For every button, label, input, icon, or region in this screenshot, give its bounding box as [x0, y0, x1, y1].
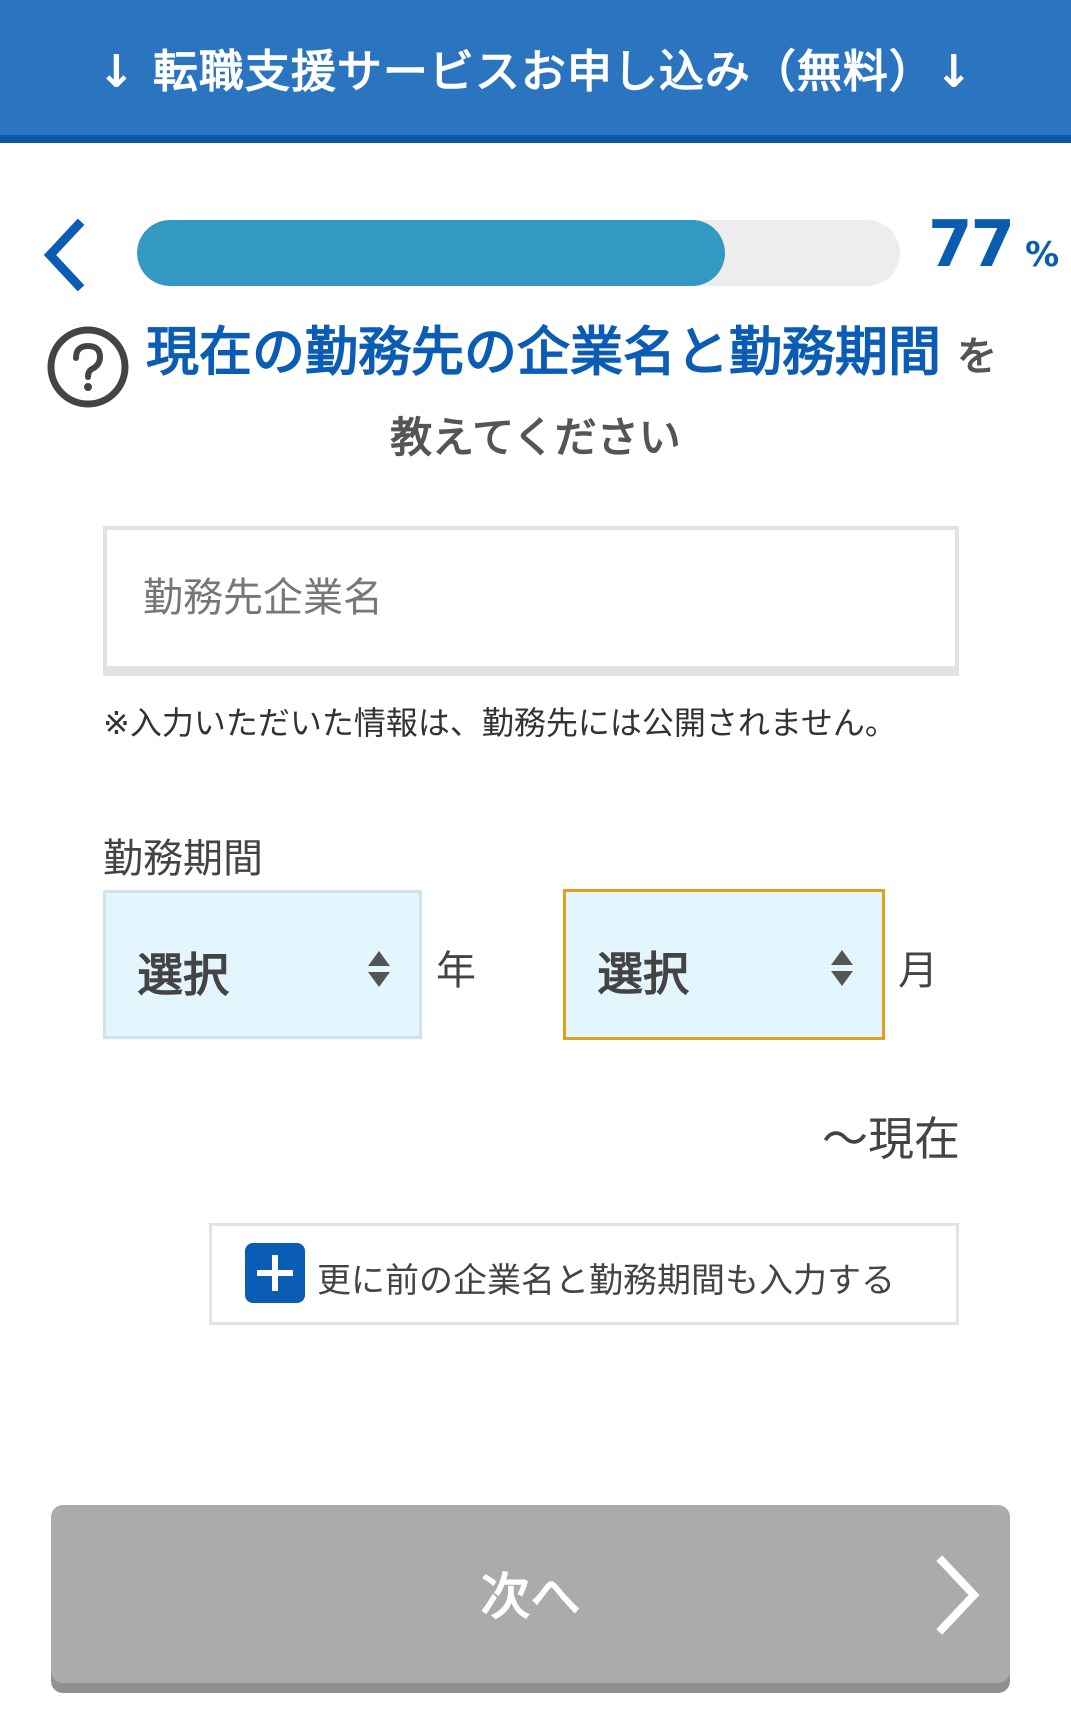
back-chevron-icon — [43, 218, 85, 292]
header-title: ↓ 転職支援サービスお申し込み（無料）↓ — [97, 45, 974, 98]
question-heading: 現在の勤務先の企業名と勤務期間を — [146, 310, 1026, 386]
month-select[interactable]: 選択 — [563, 889, 885, 1040]
question-particle: を — [957, 334, 997, 380]
year-unit-label: 年 — [436, 948, 476, 994]
period-label: 勤務期間 — [103, 836, 263, 882]
progress-percent: 77% — [928, 208, 1059, 282]
header-banner: ↓ 転職支援サービスお申し込み（無料）↓ — [0, 0, 1071, 143]
year-select[interactable]: 選択 — [103, 890, 422, 1039]
month-select-value: 選択 — [597, 947, 689, 1001]
progress-bar — [137, 220, 900, 286]
help-question-icon[interactable] — [46, 325, 130, 409]
month-unit-label: 月 — [898, 948, 938, 994]
plus-icon — [245, 1243, 305, 1303]
until-now-label: 〜現在 — [822, 1112, 960, 1166]
question-highlight: 現在の勤務先の企業名と勤務期間 — [146, 322, 941, 383]
next-button-label: 次へ — [480, 1568, 581, 1626]
progress-percent-unit: % — [1025, 235, 1060, 275]
company-name-input[interactable] — [103, 526, 959, 676]
add-previous-company-button[interactable]: 更に前の企業名と勤務期間も入力する — [209, 1223, 959, 1325]
privacy-note: ※入力いただいた情報は、勤務先には公開されません。 — [103, 704, 897, 742]
question-line2: 教えてください — [390, 413, 681, 462]
progress-percent-value: 77 — [928, 208, 1015, 282]
back-button[interactable] — [38, 215, 98, 295]
year-select-value: 選択 — [137, 948, 229, 1002]
select-arrows-icon — [831, 950, 853, 986]
chevron-right-icon — [936, 1555, 980, 1635]
add-previous-company-label: 更に前の企業名と勤務期間も入力する — [317, 1261, 895, 1301]
progress-bar-fill — [137, 220, 725, 286]
select-arrows-icon — [368, 951, 390, 987]
next-button[interactable]: 次へ — [51, 1505, 1010, 1683]
